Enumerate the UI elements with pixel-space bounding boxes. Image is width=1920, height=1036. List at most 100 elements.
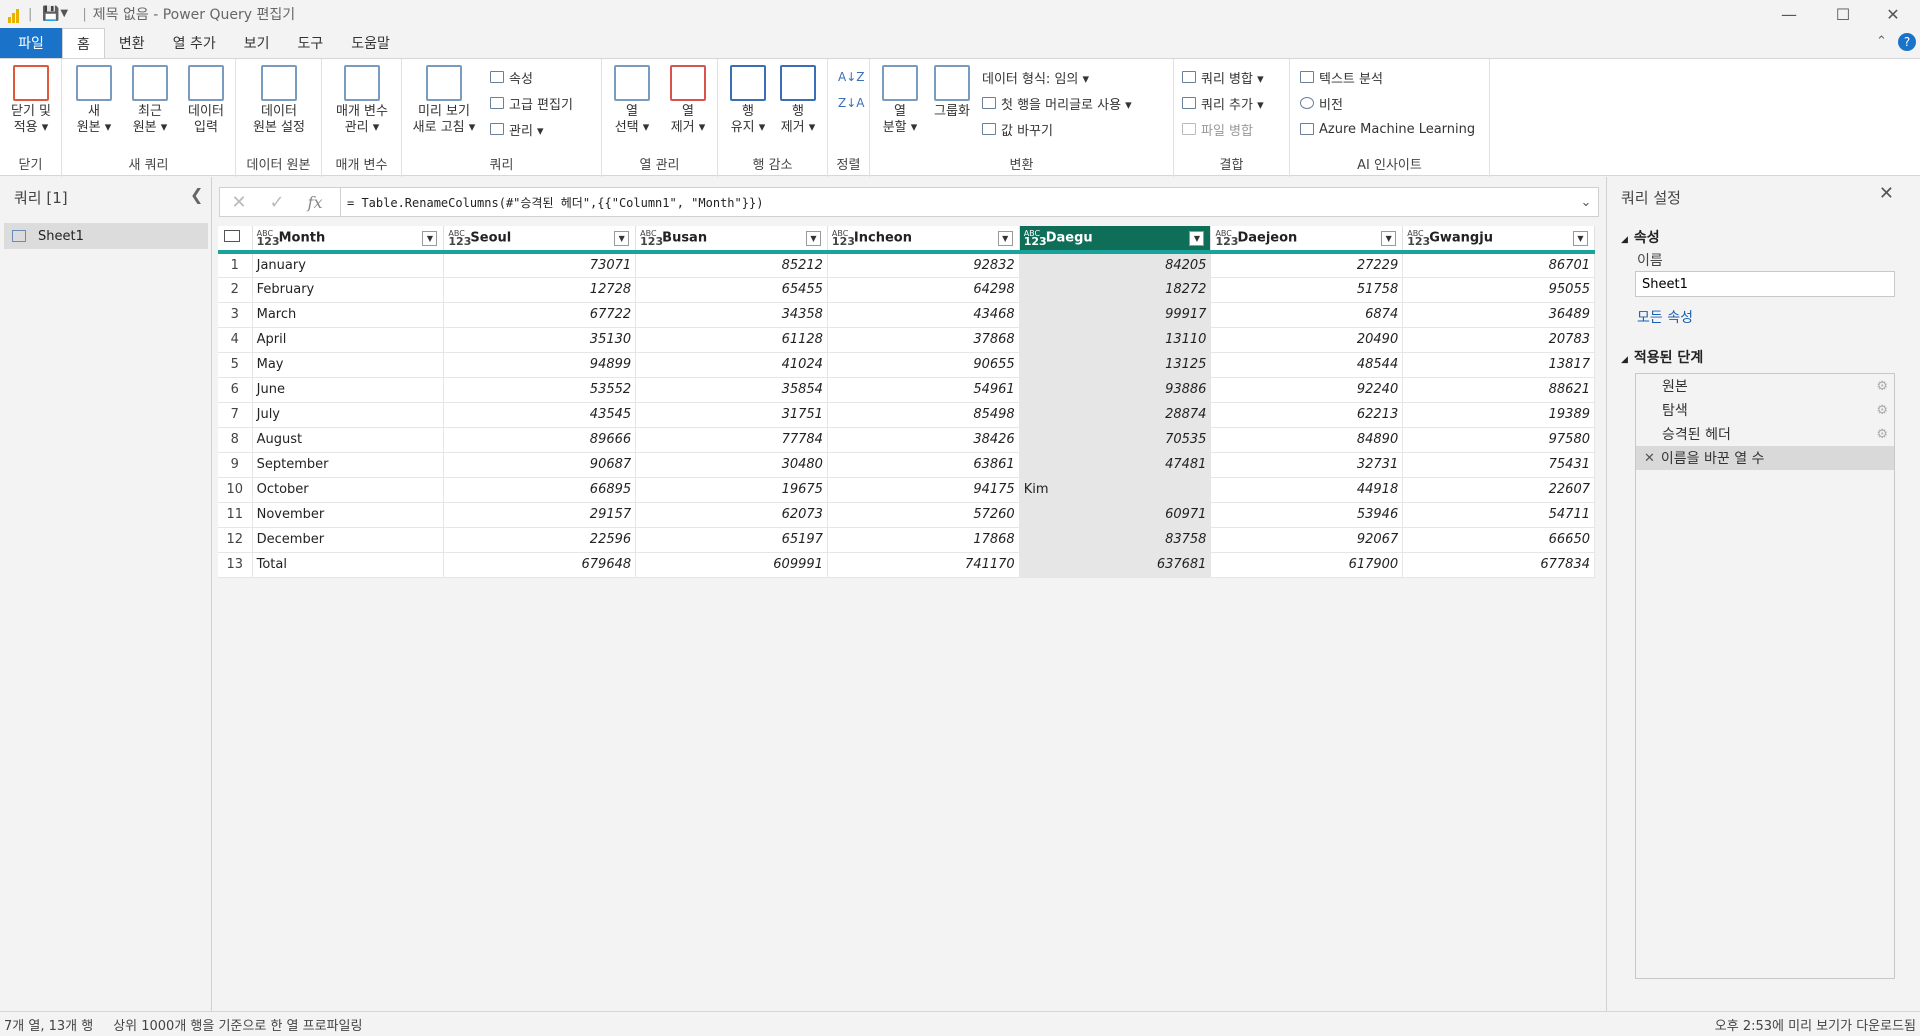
formula-input[interactable]: = Table.RenameColumns(#"승격된 헤더",{{"Colum…: [347, 194, 1574, 211]
table-cell[interactable]: 92240: [1210, 377, 1404, 403]
table-cell[interactable]: 617900: [1210, 552, 1404, 578]
column-header-daejeon[interactable]: ABC 123 Daejeon ▼: [1210, 226, 1404, 254]
query-item-sheet1[interactable]: Sheet1: [4, 223, 208, 249]
gear-icon[interactable]: ⚙: [1876, 379, 1888, 394]
advanced-editor-button[interactable]: 고급 편집기: [490, 93, 573, 113]
table-cell[interactable]: 741170: [827, 552, 1020, 578]
table-cell[interactable]: 20490: [1210, 327, 1404, 353]
help-icon[interactable]: ?: [1898, 33, 1916, 51]
merge-queries-button[interactable]: 쿼리 병합 ▾: [1182, 67, 1264, 87]
row-number[interactable]: 13: [218, 552, 253, 578]
confirm-icon[interactable]: ✓: [258, 188, 296, 216]
table-cell[interactable]: 84205: [1019, 252, 1212, 278]
table-cell[interactable]: 83758: [1019, 527, 1212, 553]
table-cell[interactable]: 95055: [1402, 277, 1595, 303]
save-icon[interactable]: 💾: [42, 6, 59, 22]
data-source-settings-button[interactable]: 데이터 원본 설정: [242, 65, 316, 136]
fx-icon[interactable]: fx: [296, 188, 334, 216]
table-cell[interactable]: June: [252, 377, 445, 403]
refresh-preview-button[interactable]: 미리 보기 새로 고침 ▾: [406, 65, 482, 136]
table-cell[interactable]: Total: [252, 552, 445, 578]
gear-icon[interactable]: ⚙: [1876, 403, 1888, 418]
filter-dropdown-icon[interactable]: ▼: [1573, 231, 1588, 246]
new-source-button[interactable]: 새 원본 ▾: [66, 65, 122, 136]
table-cell[interactable]: March: [252, 302, 445, 328]
filter-dropdown-icon[interactable]: ▼: [422, 231, 438, 246]
table-cell[interactable]: 18272: [1019, 277, 1212, 303]
table-cell[interactable]: 51758: [1210, 277, 1404, 303]
table-cell[interactable]: 47481: [1019, 452, 1212, 478]
table-cell[interactable]: 36489: [1402, 302, 1595, 328]
table-cell[interactable]: April: [252, 327, 445, 353]
table-cell[interactable]: 62213: [1210, 402, 1404, 428]
row-number[interactable]: 12: [218, 527, 253, 553]
column-header-month[interactable]: ABC 123 Month ▼: [252, 226, 445, 254]
properties-button[interactable]: 속성: [490, 67, 533, 87]
step-item[interactable]: 탐색 ⚙: [1636, 398, 1894, 422]
table-cell[interactable]: 22607: [1402, 477, 1595, 503]
gear-icon[interactable]: ⚙: [1876, 427, 1888, 442]
collapse-pane-icon[interactable]: ❮: [190, 185, 203, 204]
minimize-button[interactable]: —: [1762, 0, 1816, 28]
table-cell[interactable]: 35854: [635, 377, 828, 403]
maximize-button[interactable]: ☐: [1816, 0, 1870, 28]
manage-params-button[interactable]: 매개 변수 관리 ▾: [324, 65, 400, 136]
table-cell[interactable]: 92832: [827, 252, 1020, 278]
properties-section[interactable]: ◢ 속성: [1621, 227, 1660, 247]
step-item[interactable]: 원본 ⚙: [1636, 374, 1894, 398]
table-cell[interactable]: 89666: [443, 427, 637, 453]
table-cell[interactable]: 92067: [1210, 527, 1404, 553]
filter-dropdown-icon[interactable]: ▼: [614, 231, 630, 246]
table-cell[interactable]: July: [252, 402, 445, 428]
table-cell[interactable]: 637681: [1019, 552, 1212, 578]
applied-steps-section[interactable]: ◢ 적용된 단계: [1621, 347, 1703, 367]
table-cell[interactable]: 66650: [1402, 527, 1595, 553]
row-number[interactable]: 9: [218, 452, 253, 478]
row-number[interactable]: 1: [218, 252, 253, 278]
filter-dropdown-icon[interactable]: ▼: [805, 231, 821, 246]
choose-columns-button[interactable]: 열 선택 ▾: [604, 65, 660, 136]
enter-data-button[interactable]: 데이터 입력: [178, 65, 234, 136]
row-number[interactable]: 5: [218, 352, 253, 378]
group-by-button[interactable]: 그룹화: [924, 65, 980, 120]
table-cell[interactable]: February: [252, 277, 445, 303]
tab-help[interactable]: 도움말: [337, 28, 404, 58]
table-cell[interactable]: 609991: [635, 552, 828, 578]
row-number[interactable]: 2: [218, 277, 253, 303]
table-cell[interactable]: 19389: [1402, 402, 1595, 428]
table-cell[interactable]: October: [252, 477, 445, 503]
table-cell[interactable]: 35130: [443, 327, 637, 353]
table-cell[interactable]: 99917: [1019, 302, 1212, 328]
column-header-gwangju[interactable]: ABC 123 Gwangju ▼: [1402, 226, 1595, 254]
table-cell[interactable]: September: [252, 452, 445, 478]
table-cell[interactable]: August: [252, 427, 445, 453]
row-number[interactable]: 11: [218, 502, 253, 528]
sort-ascending-button[interactable]: A↓Z: [838, 67, 864, 87]
table-cell[interactable]: 94175: [827, 477, 1020, 503]
table-cell[interactable]: 77784: [635, 427, 828, 453]
column-header-daegu[interactable]: ABC 123 Daegu ▼: [1019, 226, 1212, 254]
table-cell[interactable]: 6874: [1210, 302, 1404, 328]
table-cell[interactable]: 53946: [1210, 502, 1404, 528]
table-cell[interactable]: 48544: [1210, 352, 1404, 378]
data-type-dropdown[interactable]: 데이터 형식: 임의 ▾: [982, 67, 1089, 87]
table-cell[interactable]: 85498: [827, 402, 1020, 428]
row-number[interactable]: 10: [218, 477, 253, 503]
first-row-header-button[interactable]: 첫 행을 머리글로 사용 ▾: [982, 93, 1132, 113]
table-cell[interactable]: 60971: [1019, 502, 1212, 528]
tab-add-column[interactable]: 열 추가: [159, 28, 230, 58]
table-cell[interactable]: December: [252, 527, 445, 553]
table-cell[interactable]: 97580: [1402, 427, 1595, 453]
close-icon[interactable]: ✕: [1879, 183, 1894, 204]
azure-ml-button[interactable]: Azure Machine Learning: [1300, 119, 1475, 139]
table-cell[interactable]: 62073: [635, 502, 828, 528]
table-cell[interactable]: May: [252, 352, 445, 378]
row-number[interactable]: 3: [218, 302, 253, 328]
tab-tools[interactable]: 도구: [284, 28, 338, 58]
table-cell[interactable]: 75431: [1402, 452, 1595, 478]
table-cell[interactable]: 38426: [827, 427, 1020, 453]
table-cell[interactable]: 90655: [827, 352, 1020, 378]
table-cell[interactable]: 88621: [1402, 377, 1595, 403]
table-cell[interactable]: 31751: [635, 402, 828, 428]
vision-button[interactable]: 비전: [1300, 93, 1343, 113]
